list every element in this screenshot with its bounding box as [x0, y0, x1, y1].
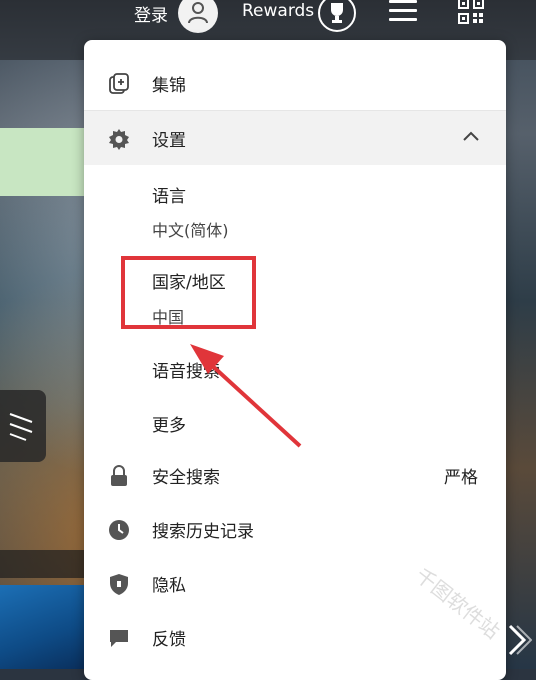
background-green-band: [0, 128, 90, 196]
privacy-label: 隐私: [152, 576, 186, 596]
feedback-icon: [110, 630, 128, 647]
collections-label: 集锦: [152, 76, 186, 96]
qr-code-icon[interactable]: [458, 0, 484, 24]
language-value[interactable]: 中文(简体): [152, 217, 229, 241]
side-expand-button[interactable]: [0, 390, 46, 462]
lock-icon: [111, 465, 127, 486]
signin-link[interactable]: 登录: [134, 1, 168, 26]
highlight-box: [121, 256, 256, 329]
gear-icon: [109, 129, 129, 150]
collections-icon: [109, 73, 129, 94]
hamburger-menu-icon[interactable]: [389, 0, 417, 22]
expand-icon: [9, 413, 33, 441]
feedback-label: 反馈: [152, 630, 186, 650]
user-icon: [188, 2, 208, 24]
safesearch-value: 严格: [444, 468, 478, 488]
menu-item-feedback[interactable]: 反馈: [84, 610, 506, 664]
search-history-label: 搜索历史记录: [152, 522, 254, 542]
more-item[interactable]: 更多: [152, 411, 186, 436]
trophy-icon: [331, 3, 343, 23]
rewards-link[interactable]: Rewards: [242, 1, 314, 21]
background-thumbnail: [0, 585, 85, 669]
side-caption: [0, 550, 85, 578]
language-label: 语言: [152, 187, 186, 207]
clock-icon: [109, 520, 129, 540]
settings-label: 设置: [152, 131, 186, 151]
safesearch-label: 安全搜索: [152, 468, 220, 488]
voice-search-item[interactable]: 语音搜索: [152, 357, 220, 382]
avatar[interactable]: [178, 0, 218, 33]
chevron-up-icon[interactable]: [462, 130, 480, 142]
menu-item-safesearch[interactable]: 安全搜索 严格: [84, 448, 506, 502]
shield-icon: [110, 574, 128, 595]
rewards-button[interactable]: [318, 0, 356, 32]
top-bar: 登录 Rewards: [0, 0, 536, 33]
menu-item-settings[interactable]: 设置: [84, 111, 506, 165]
menu-item-search-history[interactable]: 搜索历史记录: [84, 502, 506, 556]
chevron-right-icon[interactable]: [506, 622, 532, 658]
menu-item-collections[interactable]: 集锦: [84, 56, 506, 110]
